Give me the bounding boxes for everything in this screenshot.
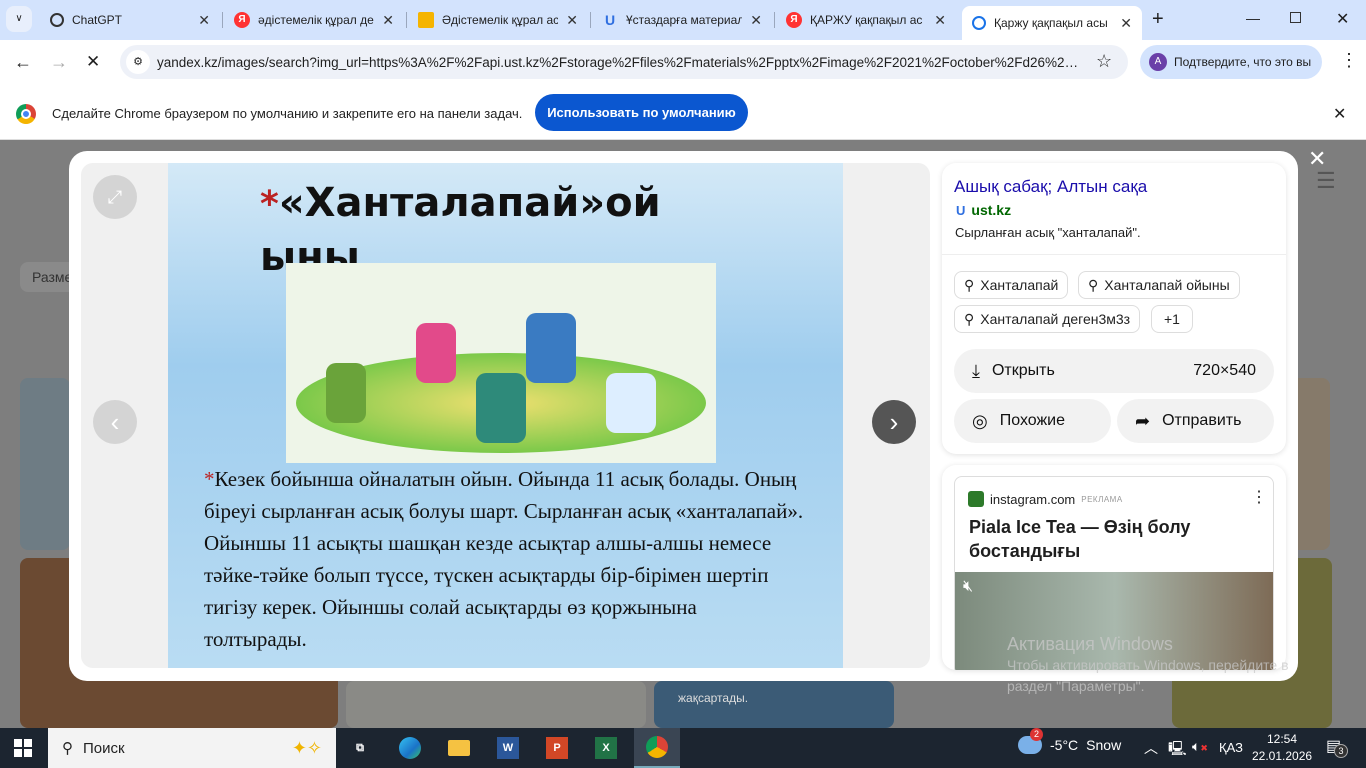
weather-widget[interactable]: 2 -5°C Snow [1018, 728, 1121, 754]
chrome-icon [16, 104, 36, 124]
chrome-icon[interactable] [634, 728, 680, 768]
notification-count: 3 [1334, 744, 1348, 758]
muted-icon[interactable]: 🔇︎ [963, 578, 973, 596]
show-hidden-icons[interactable]: ︿ [1144, 738, 1158, 758]
weather-badge: 2 [1030, 728, 1043, 741]
network-icon[interactable]: 🖳︎ [1168, 738, 1187, 762]
bookmark-star-icon[interactable]: ☆ [1096, 51, 1112, 72]
edge-icon[interactable] [394, 732, 426, 764]
taskbar: ⚲ Поиск ✦✧ ⧉ W P X 2 -5°C Snow ︿ 🖳︎ 🔈︎✖ Қ… [0, 728, 1366, 768]
tag-chip[interactable]: ⚲ Ханталапай [954, 271, 1069, 299]
default-browser-infobar: Сделайте Chrome браузером по умолчанию и… [0, 86, 1366, 140]
forward-button[interactable]: → [50, 52, 68, 73]
share-button[interactable]: ➦ Отправить [1117, 399, 1274, 443]
infobar-text: Сделайте Chrome браузером по умолчанию и… [52, 106, 523, 121]
close-icon[interactable]: ✕ [566, 12, 578, 29]
illustration [286, 263, 716, 463]
close-viewer-button[interactable]: ✕ [1308, 146, 1326, 172]
clock[interactable]: 12:54 22.01.2026 [1252, 731, 1312, 765]
menu-icon[interactable]: ⋮ [1340, 50, 1358, 71]
language-indicator[interactable]: ҚАЗ [1219, 740, 1243, 755]
next-image-button[interactable]: › [872, 400, 916, 444]
slide-text: *Кезек бойынша ойналатын ойын. Ойында 11… [204, 467, 804, 651]
close-icon[interactable]: ✕ [750, 12, 762, 29]
volume-muted-icon[interactable]: 🔈︎✖ [1192, 738, 1208, 755]
tab-search-button[interactable]: ∨ [6, 6, 32, 32]
image-info-panel: Ашық сабақ; Алтын сақа U ust.kz Сырланға… [942, 163, 1286, 454]
address-bar[interactable]: ⚙ yandex.kz/images/search?img_url=https%… [120, 45, 1128, 79]
search-icon: ⚲ [62, 740, 73, 757]
taskbar-search[interactable]: ⚲ Поиск ✦✧ [48, 728, 336, 768]
share-icon: ➦ [1135, 410, 1151, 431]
search-icon: ⚲ [1088, 276, 1099, 293]
tab-image[interactable]: Әдістемелік құрал ас ✕ [408, 6, 588, 34]
snow-cloud-icon: 2 [1018, 728, 1043, 754]
word-icon[interactable]: W [492, 732, 524, 764]
search-icon: ⚲ [964, 310, 975, 327]
loading-icon [972, 16, 986, 30]
piala-logo-icon [968, 491, 984, 507]
ad-badge: РЕКЛАМА [1081, 494, 1123, 504]
avatar: A [1149, 53, 1167, 71]
camera-search-icon: ◎ [972, 410, 988, 431]
tab-bar: ∨ ChatGPT ✕ Яәдістемелік құрал де ✕ Әдісте… [0, 0, 1366, 40]
tag-chip[interactable]: ⚲ Ханталапай ойыны [1078, 271, 1240, 299]
ust-icon: U [604, 12, 616, 28]
close-icon[interactable]: ✕ [1120, 15, 1132, 32]
task-view-icon[interactable]: ⧉ [344, 732, 376, 764]
open-image-button[interactable]: ⤓ Открыть 720×540 [954, 349, 1274, 393]
excel-icon[interactable]: X [590, 732, 622, 764]
powerpoint-icon[interactable]: P [541, 732, 573, 764]
file-explorer-icon[interactable] [443, 732, 475, 764]
new-tab-button[interactable]: + [1152, 8, 1164, 31]
close-icon[interactable]: ✕ [382, 12, 394, 29]
image-icon [418, 12, 434, 28]
copilot-sparkle-icon: ✦✧ [291, 737, 322, 758]
tab-yandex-2[interactable]: Я ҚАРЖУ қақпақыл ас ✕ [776, 6, 956, 34]
site-info-icon[interactable]: ⚙ [126, 50, 150, 74]
thumbnail[interactable] [346, 681, 646, 728]
tab-chatgpt[interactable]: ChatGPT ✕ [40, 6, 220, 34]
close-infobar-icon[interactable]: ✕ [1333, 104, 1346, 124]
fullscreen-button[interactable]: ⤢ [93, 175, 137, 219]
yandex-icon: Я [786, 12, 802, 28]
tab-active[interactable]: Қаржу қақпақыл асы ✕ [962, 6, 1142, 40]
notifications-button[interactable]: ▤ 3 [1326, 736, 1348, 758]
chatgpt-icon [50, 13, 64, 27]
close-window-button[interactable]: ✕ [1336, 9, 1349, 29]
ad-menu-icon[interactable]: ⋮ [1251, 487, 1267, 507]
image-description: Сырланған асық "ханталапай". [955, 225, 1141, 240]
windows-activation-watermark: Активация Windows Чтобы активировать Win… [1007, 634, 1289, 694]
tab-ust[interactable]: U Ұстаздарға материал ✕ [592, 6, 772, 34]
profile-chip[interactable]: A Подтвердите, что это вы [1140, 45, 1322, 79]
ust-icon: U [956, 202, 966, 218]
thumbnail[interactable]: жақсартады. [654, 681, 894, 728]
search-icon: ⚲ [964, 276, 975, 293]
image-title-link[interactable]: Ашық сабақ; Алтын сақа [954, 177, 1147, 197]
minimize-button[interactable]: — [1246, 10, 1260, 26]
similar-button[interactable]: ◎ Похожие [954, 399, 1111, 443]
close-icon[interactable]: ✕ [198, 12, 210, 29]
preview-image[interactable]: *«Ханталапай»ой ыны *Кезек бойынша ойнала… [168, 163, 843, 668]
image-size: 720×540 [1193, 362, 1256, 379]
yandex-icon: Я [234, 12, 250, 28]
close-icon[interactable]: ✕ [934, 12, 946, 29]
previous-image-button[interactable]: ‹ [93, 400, 137, 444]
more-tags-chip[interactable]: +1 [1151, 305, 1193, 333]
tab-yandex-1[interactable]: Яәдістемелік құрал де ✕ [224, 6, 404, 34]
tag-chip[interactable]: ⚲ Ханталапай деген3м3з [954, 305, 1141, 333]
source-link[interactable]: U ust.kz [956, 202, 1011, 218]
set-default-button[interactable]: Использовать по умолчанию [535, 94, 748, 131]
start-button[interactable] [14, 739, 32, 757]
back-button[interactable]: ← [14, 52, 32, 73]
restore-button[interactable] [1290, 12, 1301, 23]
ad-title: Piala Ice Tea — Өзің болу бостандығы [969, 517, 1191, 561]
download-icon: ⤓ [972, 360, 980, 381]
stop-button[interactable]: ✕ [86, 52, 100, 72]
thumbnail[interactable] [20, 378, 70, 550]
url-text[interactable]: yandex.kz/images/search?img_url=https%3A… [157, 55, 1082, 70]
